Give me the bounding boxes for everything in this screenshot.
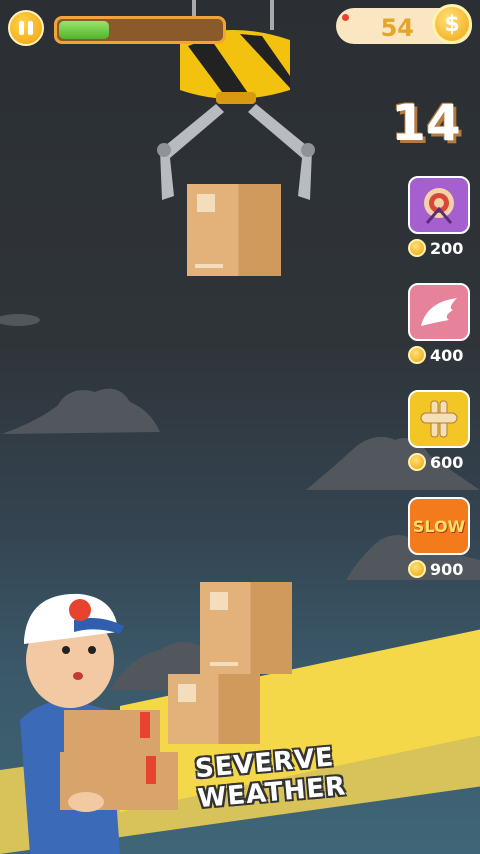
coin-icon [408,346,426,364]
coin-icon [408,453,426,471]
coin-icon [408,239,426,257]
pause-icon [19,21,24,35]
powerup-target-price: 200 [430,238,464,258]
slow-label: SLOW [412,516,466,536]
delivery-worker [20,593,178,854]
powerup-wing-button[interactable] [408,283,470,341]
level-progress-bar [54,16,226,44]
powerup-magnet-button[interactable] [408,390,470,448]
coin-icon: $ [432,4,472,44]
powerup-slow-price: 900 [430,559,464,579]
powerup-wing-price: 400 [430,345,464,365]
held-box [187,184,281,276]
score: 14 [391,94,461,152]
notification-dot [342,14,349,21]
progress-fill [59,21,109,39]
coin-count: 54 [380,14,414,42]
powerup-target-button[interactable] [408,176,470,234]
stacked-box-top [200,582,292,674]
powerup-magnet-price: 600 [430,452,464,472]
magnet-icon [420,400,458,438]
pause-button[interactable] [8,10,44,46]
coin-icon [408,560,426,578]
powerup-slow-button[interactable]: SLOW [408,497,470,555]
target-icon [424,188,454,224]
wing-icon [421,298,457,326]
